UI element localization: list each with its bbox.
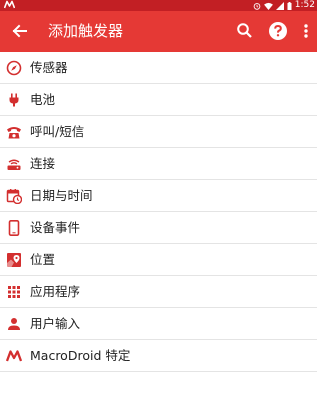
- list-item-label: 连接: [30, 156, 56, 171]
- search-icon[interactable]: [236, 22, 254, 40]
- list-item-label: 位置: [30, 252, 56, 267]
- list-item-label: 呼叫/短信: [30, 124, 85, 139]
- trigger-category-list: 传感器 电池 呼叫/短信 连接 日期与时间 设备事件 位置 应用程序 用户输入 …: [0, 52, 317, 372]
- list-item-macrodroid-specific[interactable]: MacroDroid 特定: [0, 340, 317, 372]
- list-item-label: 设备事件: [30, 220, 81, 235]
- list-item-connectivity[interactable]: 连接: [0, 148, 317, 180]
- compass-icon: [6, 60, 22, 76]
- list-item-label: 传感器: [30, 60, 68, 75]
- device-icon: [6, 220, 22, 236]
- apps-grid-icon: [6, 284, 22, 300]
- list-item-label: 用户输入: [30, 316, 81, 331]
- signal-icon: [275, 1, 284, 10]
- list-item-battery[interactable]: 电池: [0, 84, 317, 116]
- list-item-call-sms[interactable]: 呼叫/短信: [0, 116, 317, 148]
- list-item-applications[interactable]: 应用程序: [0, 276, 317, 308]
- power-plug-icon: [6, 92, 22, 108]
- list-item-label: 电池: [30, 92, 56, 107]
- status-tray: 1:52: [253, 0, 315, 11]
- wifi-icon: [263, 2, 273, 10]
- macrodroid-logo-icon: [5, 348, 23, 364]
- list-item-date-time[interactable]: 日期与时间: [0, 180, 317, 212]
- overflow-menu-icon[interactable]: [299, 21, 313, 41]
- map-pin-icon: [6, 252, 22, 268]
- list-item-user-input[interactable]: 用户输入: [0, 308, 317, 340]
- back-arrow-icon[interactable]: [10, 21, 30, 41]
- list-item-label: 应用程序: [30, 284, 81, 299]
- list-item-location[interactable]: 位置: [0, 244, 317, 276]
- person-icon: [6, 316, 22, 332]
- calendar-clock-icon: [6, 188, 23, 205]
- app-bar: 添加触发器: [0, 11, 317, 52]
- list-item-label: MacroDroid 特定: [30, 348, 131, 363]
- router-icon: [6, 156, 22, 172]
- list-item-device-events[interactable]: 设备事件: [0, 212, 317, 244]
- status-bar: 1:52: [0, 0, 317, 11]
- alarm-icon: [253, 2, 261, 10]
- help-icon[interactable]: [268, 21, 288, 41]
- list-item-sensors[interactable]: 传感器: [0, 52, 317, 84]
- page-title: 添加触发器: [48, 22, 124, 40]
- phone-icon: [6, 124, 22, 140]
- status-time: 1:52: [294, 0, 315, 10]
- list-item-label: 日期与时间: [30, 188, 93, 203]
- battery-icon: [287, 1, 292, 10]
